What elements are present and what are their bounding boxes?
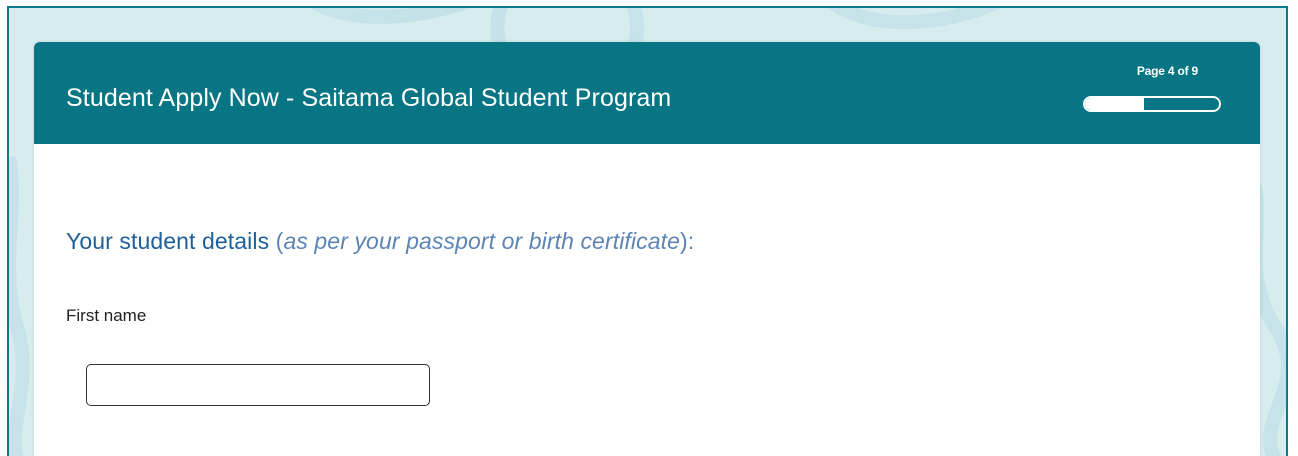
section-heading-note: (as per your passport or birth certifica… (269, 228, 695, 254)
page-frame: Student Apply Now - Saitama Global Stude… (7, 6, 1288, 456)
form-body: Your student details (as per your passpo… (34, 144, 1260, 456)
progress-bar-fill (1085, 98, 1145, 110)
section-heading-text: Your student details (66, 228, 270, 254)
application-form-card: Student Apply Now - Saitama Global Stude… (34, 42, 1260, 456)
section-heading: Your student details (as per your passpo… (66, 228, 694, 255)
first-name-input[interactable] (86, 364, 430, 406)
page-indicator: Page 4 of 9 (1136, 64, 1198, 78)
form-header: Student Apply Now - Saitama Global Stude… (34, 42, 1260, 144)
page-progress: Page 4 of 9 (1076, 64, 1228, 124)
progress-bar (1083, 96, 1221, 112)
form-title: Student Apply Now - Saitama Global Stude… (66, 84, 672, 112)
first-name-label: First name (66, 306, 147, 325)
